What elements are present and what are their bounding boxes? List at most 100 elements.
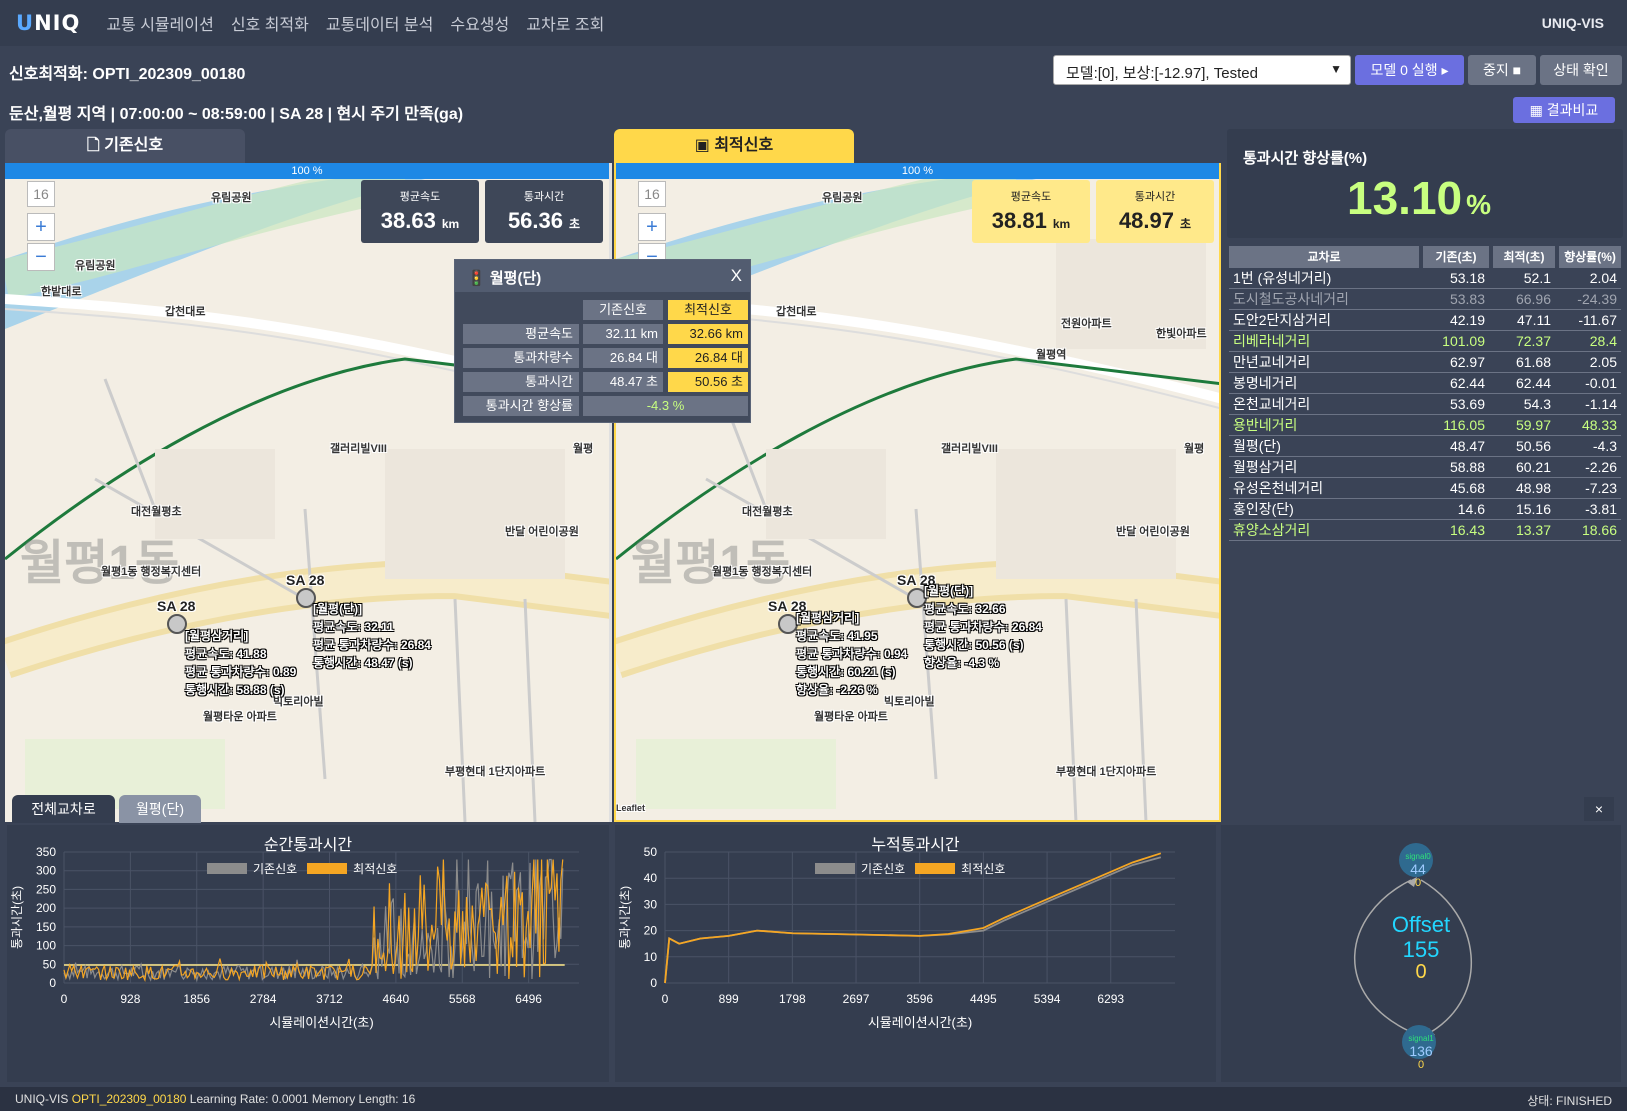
node-annotation: [월평삼거리] 평균속도: 41.88 평균 통과차량수: 0.89 통행시간:… (185, 629, 297, 697)
menu-item-signal-opt[interactable]: 신호 최적화 (231, 11, 309, 35)
popup-header: 🚦 월평(단) X (455, 260, 750, 292)
legend-swatch (207, 863, 247, 874)
table-cell: 50.56 (1515, 438, 1551, 454)
table-cell: 16.43 (1449, 522, 1485, 538)
map-label: 갑천대로 (776, 306, 817, 318)
table-cell: -2.26 (1585, 459, 1617, 475)
improvement-panel: 통과시간 향상률(%) 13.10% (1227, 129, 1623, 238)
table-row[interactable]: 홍인장(단) 14.6 15.16 -3.81 (1229, 499, 1621, 520)
popup-row: 평균속도 32.11 km 32.66 km (463, 324, 748, 344)
table-cell: -24.39 (1577, 291, 1617, 307)
table-cell: 60.21 (1515, 459, 1551, 475)
traffic-light-icon: 🚦 (467, 270, 490, 287)
table-row[interactable]: 유성온천네거리 45.68 48.98 -7.23 (1229, 478, 1621, 499)
map-attribution[interactable]: Leaflet (616, 803, 645, 813)
y-tick-label: 250 (36, 882, 56, 896)
table-row[interactable]: 리베라네거리 101.09 72.37 28.4 (1229, 331, 1621, 352)
control-bar: 신호최적화: OPTI_202309_00180 모델:[0], 보상:[-12… (0, 50, 1627, 90)
tab-base-signal[interactable]: 🗋 기존신호 (5, 129, 245, 163)
cumulative-chart-panel: 누적통과시간 기존신호 최적신호 0 10 20 30 40 50 0 899 1798 2697… (615, 825, 1216, 1082)
col-header[interactable]: 기존(초) (1423, 246, 1489, 268)
intersection-node[interactable] (167, 614, 187, 634)
table-cell: 용반네거리 (1233, 417, 1298, 433)
table-cell: 14.6 (1457, 501, 1485, 517)
table-row[interactable]: 휴양소삼거리 16.43 13.37 18.66 (1229, 520, 1621, 541)
table-row[interactable]: 용반네거리 116.05 59.97 48.33 (1229, 415, 1621, 436)
intersection-node[interactable] (778, 614, 798, 634)
stop-button[interactable]: 중지 ■ (1468, 55, 1536, 85)
tab-opt-signal[interactable]: ▣ 최적신호 (614, 129, 854, 163)
table-cell: 72.37 (1515, 333, 1551, 349)
compare-results-button[interactable]: ▦ 결과비교 (1513, 97, 1615, 123)
tab-selected-intersection[interactable]: 월평(단) (119, 795, 201, 823)
district-label: 월평1동 (631, 537, 791, 590)
legend-label[interactable]: 최적신호 (961, 860, 1005, 877)
x-tick-label: 899 (719, 992, 739, 1006)
table-row[interactable]: 도안2단지삼거리 42.19 47.11 -11.67 (1229, 310, 1621, 331)
zoom-out-button[interactable]: − (27, 243, 55, 271)
table-row[interactable]: 도시철도공사네거리 53.83 66.96 -24.39 (1229, 289, 1621, 310)
table-cell: 62.97 (1449, 354, 1485, 370)
table-cell: 52.1 (1523, 270, 1551, 286)
table-row[interactable]: 봉명네거리 62.44 62.44 -0.01 (1229, 373, 1621, 394)
table-cell: 리베라네거리 (1233, 333, 1311, 349)
menu-item-intersection[interactable]: 교차로 조회 (526, 11, 604, 35)
popup-close-button[interactable]: X (731, 266, 742, 286)
close-button[interactable]: × (1584, 797, 1614, 821)
legend-label[interactable]: 기존신호 (861, 860, 905, 877)
check-status-button[interactable]: 상태 확인 (1540, 55, 1622, 85)
y-tick-label: 30 (644, 897, 658, 911)
menu-item-simulation[interactable]: 교통 시뮬레이션 (106, 11, 214, 35)
legend-label[interactable]: 최적신호 (353, 860, 397, 877)
tab-all-intersections[interactable]: 전체교차로 (12, 795, 115, 823)
table-row[interactable]: 온천교네거리 53.69 54.3 -1.14 (1229, 394, 1621, 415)
chart-legend: 기존신호 최적신호 (207, 860, 407, 877)
map-label: 월평1동 행정복지센터 (712, 566, 813, 578)
popup-row: 통과시간 향상률 -4.3 % (463, 396, 748, 416)
map-label: 갑천대로 (165, 306, 206, 318)
col-header[interactable]: 최적(초) (1493, 246, 1555, 268)
doc-icon: ▣ (694, 137, 715, 154)
map-label: 부평현대 1단지아파트 (1056, 766, 1157, 778)
table-row[interactable]: 월평(단) 48.47 50.56 -4.3 (1229, 436, 1621, 457)
sa-label: SA 28 (286, 572, 325, 588)
x-tick-label: 1798 (779, 992, 806, 1006)
series-base-line (63, 858, 564, 983)
legend-label[interactable]: 기존신호 (253, 860, 297, 877)
legend-swatch (915, 863, 956, 874)
chart-legend: 기존신호 최적신호 (815, 860, 1015, 877)
table-row[interactable]: 만년교네거리 62.97 61.68 2.05 (1229, 352, 1621, 373)
progress-bar: 100 % (5, 163, 609, 179)
map-label: 전원아파트 (1061, 318, 1112, 330)
table-row[interactable]: 월평삼거리 58.88 60.21 -2.26 (1229, 457, 1621, 478)
table-cell: -3.81 (1585, 501, 1617, 517)
zoom-in-button[interactable]: + (27, 213, 55, 241)
chart-title: 누적통과시간 (871, 837, 960, 854)
table-cell: 유성온천네거리 (1233, 480, 1324, 496)
offset-panel: signal0 44 0 Offset 155 0 signal1 136 0 (1221, 825, 1621, 1082)
table-cell: 월평(단) (1233, 438, 1281, 454)
popup-col-headers: 기존신호 최적신호 (463, 300, 748, 320)
signal-label: signal1 (1408, 1034, 1434, 1043)
table-cell: 28.4 (1589, 333, 1617, 349)
x-tick-label: 1856 (183, 992, 210, 1006)
col-header[interactable]: 교차로 (1229, 246, 1419, 268)
menu-item-demand[interactable]: 수요생성 (450, 11, 509, 35)
instant-chart-panel: 순간통과시간 기존신호 최적신호 0 50 100 150 200 250 300 350 0 9… (7, 825, 609, 1082)
col-header[interactable]: 향상률(%) (1559, 246, 1621, 268)
table-cell: 봉명네거리 (1233, 375, 1298, 391)
top-nav: UNIQ 교통 시뮬레이션 신호 최적화 교통데이터 분석 수요생성 교차로 조… (0, 0, 1627, 46)
logo[interactable]: UNIQ (16, 11, 80, 35)
menu-item-data-analysis[interactable]: 교통데이터 분석 (326, 11, 434, 35)
zoom-in-button[interactable]: + (638, 213, 666, 241)
intersection-popup: 🚦 월평(단) X 기존신호 최적신호 평균속도 32.11 km 32.66 km … (454, 259, 751, 423)
run-model-button[interactable]: 모델 0 실행 ▸ (1355, 55, 1464, 85)
popup-row: 통과시간 48.47 초 50.56 초 (463, 372, 748, 392)
district-label: 월평1동 (20, 537, 180, 590)
table-cell: -4.3 (1592, 438, 1617, 454)
status-state: 상태: FINISHED (1527, 1094, 1612, 1108)
node-annotation: [월평삼거리] 평균속도: 41.95 평균 통과차량수: 0.94 통행시간:… (796, 611, 908, 697)
table-row[interactable]: 1번 (유성네거리) 53.18 52.1 2.04 (1229, 268, 1621, 289)
model-select[interactable]: 모델:[0], 보상:[-12.97], Tested ▼ (1053, 55, 1351, 85)
map-label: 월평 (573, 443, 594, 455)
